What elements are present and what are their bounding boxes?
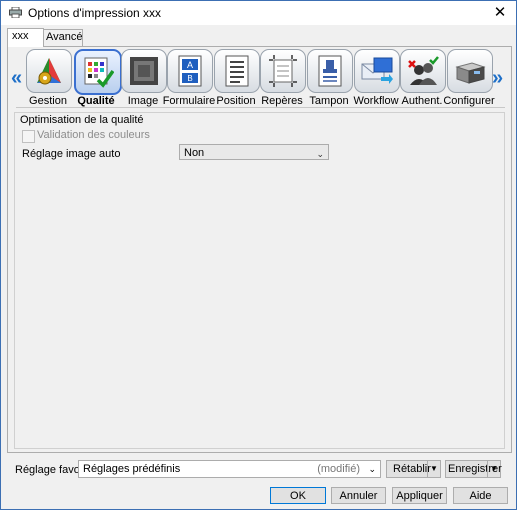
tab-xxx[interactable]: xxx xyxy=(7,28,44,47)
reset-split-button[interactable]: Rétablir ▼ xyxy=(386,460,441,478)
category-image-button[interactable] xyxy=(121,49,167,93)
category-configurer-button[interactable] xyxy=(447,49,493,93)
category-position-button[interactable] xyxy=(214,49,260,93)
quality-group xyxy=(14,112,505,449)
position-icon xyxy=(225,55,249,87)
title-bar: Options d'impression xxx ✕ xyxy=(1,1,516,25)
category-formulaire-button[interactable]: A B xyxy=(167,49,213,93)
form-icon: A B xyxy=(178,55,202,87)
category-label-configurer: Configurer xyxy=(443,95,495,107)
previous-category-icon[interactable]: « xyxy=(11,67,22,90)
gestion-icon xyxy=(37,58,61,85)
favorite-value: Réglages prédéfinis xyxy=(83,463,181,475)
svg-text:A: A xyxy=(187,60,193,70)
auto-image-select[interactable]: Non ⌄ xyxy=(179,144,329,160)
workflow-icon xyxy=(361,57,393,84)
stamp-icon xyxy=(318,55,342,87)
auto-image-value: Non xyxy=(184,147,205,159)
save-split-button[interactable]: Enregistrer ▼ xyxy=(445,460,502,478)
svg-text:B: B xyxy=(187,74,192,83)
marks-icon xyxy=(269,55,297,87)
favorite-modified-text: (modifié) xyxy=(317,463,360,475)
category-workflow-button[interactable] xyxy=(354,49,400,93)
tab-avance[interactable]: Avancé xyxy=(41,29,83,46)
category-tampon-button[interactable] xyxy=(307,49,353,93)
help-button[interactable]: Aide xyxy=(453,487,508,504)
printer-icon xyxy=(9,7,22,18)
auto-image-label: Réglage image auto xyxy=(22,148,121,160)
category-reperes-button[interactable] xyxy=(260,49,306,93)
color-validation-checkbox[interactable] xyxy=(22,130,35,143)
category-authent-button[interactable] xyxy=(400,49,446,93)
tab-panel: « » Gestion Qualité Image A B Formulaire… xyxy=(7,46,512,453)
next-category-icon[interactable]: » xyxy=(492,67,503,90)
category-qualite-button[interactable] xyxy=(74,49,122,95)
favorite-label: Réglage favori xyxy=(15,464,86,476)
color-validation-label: Validation des couleurs xyxy=(37,129,150,141)
favorite-select[interactable]: Réglages prédéfinis (modifié) ⌄ xyxy=(78,460,381,478)
save-dropdown-icon[interactable]: ▼ xyxy=(487,461,500,477)
toolbar-separator xyxy=(16,107,505,108)
auth-icon xyxy=(408,56,439,85)
quality-icon xyxy=(84,57,114,88)
ok-button[interactable]: OK xyxy=(270,487,326,504)
print-options-window: Options d'impression xxx ✕ xxx Avancé « … xyxy=(0,0,517,510)
reset-dropdown-icon[interactable]: ▼ xyxy=(427,461,440,477)
category-gestion-button[interactable] xyxy=(26,49,72,93)
chevron-down-icon: ⌄ xyxy=(316,149,324,159)
configure-icon xyxy=(455,62,486,84)
chevron-down-icon: ⌄ xyxy=(368,464,376,474)
image-icon xyxy=(130,57,158,85)
window-title: Options d'impression xxx xyxy=(28,6,162,20)
reset-button-label: Rétablir xyxy=(393,463,431,475)
group-title: Optimisation de la qualité xyxy=(20,114,144,126)
close-icon[interactable]: ✕ xyxy=(490,3,510,23)
cancel-button[interactable]: Annuler xyxy=(331,487,386,504)
apply-button[interactable]: Appliquer xyxy=(392,487,447,504)
